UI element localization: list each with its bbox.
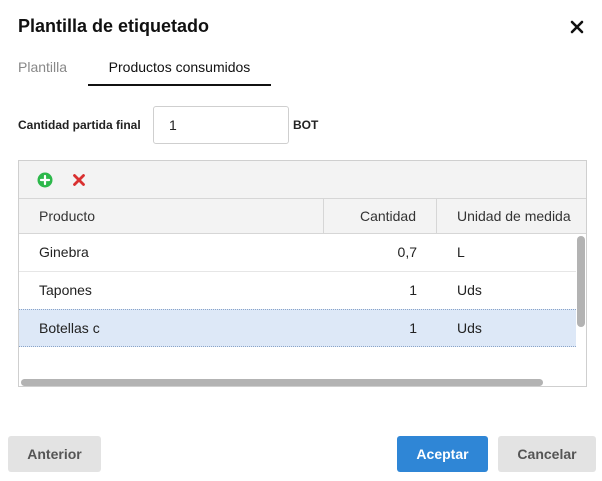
cell-unidad: Uds	[457, 320, 482, 336]
column-header-producto[interactable]: Producto	[19, 199, 324, 234]
cell-producto: Tapones	[39, 282, 92, 298]
cell-cantidad: 1	[409, 320, 417, 336]
add-row-button[interactable]	[37, 172, 53, 188]
horizontal-scrollbar[interactable]	[19, 378, 586, 386]
grid-body: Ginebra 0,7 L Tapones 1 Uds Botellas c 1…	[19, 234, 576, 378]
cell-cantidad: 1	[409, 282, 417, 298]
final-quantity-input[interactable]	[153, 106, 289, 144]
previous-button[interactable]: Anterior	[8, 436, 101, 472]
plus-circle-icon	[37, 172, 53, 188]
column-header-cantidad[interactable]: Cantidad	[324, 199, 437, 234]
close-button[interactable]	[566, 16, 588, 38]
final-quantity-unit: BOT	[293, 118, 319, 132]
x-icon	[73, 174, 85, 186]
delete-row-button[interactable]	[71, 172, 87, 188]
cell-cantidad: 0,7	[397, 244, 417, 260]
table-row-selected[interactable]: Botellas c 1 Uds	[19, 309, 576, 347]
dialog-title: Plantilla de etiquetado	[18, 16, 210, 36]
cell-producto: Ginebra	[39, 244, 89, 260]
tab-bar: Plantilla Productos consumidos	[0, 50, 602, 86]
final-quantity-label: Cantidad partida final	[18, 118, 141, 132]
vertical-scroll-thumb[interactable]	[577, 236, 585, 327]
tab-productos-consumidos[interactable]: Productos consumidos	[88, 50, 271, 86]
vertical-scrollbar[interactable]	[576, 234, 586, 378]
tab-plantilla[interactable]: Plantilla	[18, 50, 67, 86]
table-row[interactable]: Tapones 1 Uds	[19, 272, 576, 310]
consumed-products-grid: Producto Cantidad Unidad de medida Gineb…	[18, 160, 587, 387]
horizontal-scroll-thumb[interactable]	[21, 379, 543, 386]
cell-unidad: Uds	[457, 282, 482, 298]
labeling-template-dialog: Plantilla de etiquetado Plantilla Produc…	[0, 0, 602, 481]
cell-unidad: L	[457, 244, 465, 260]
cancel-button[interactable]: Cancelar	[498, 436, 596, 472]
grid-header: Producto Cantidad Unidad de medida	[19, 199, 586, 234]
table-row[interactable]: Ginebra 0,7 L	[19, 234, 576, 272]
grid-toolbar	[19, 161, 586, 199]
column-header-unidad[interactable]: Unidad de medida	[437, 199, 586, 234]
accept-button[interactable]: Aceptar	[397, 436, 488, 472]
close-icon	[570, 20, 584, 34]
cell-producto: Botellas c	[39, 320, 100, 336]
